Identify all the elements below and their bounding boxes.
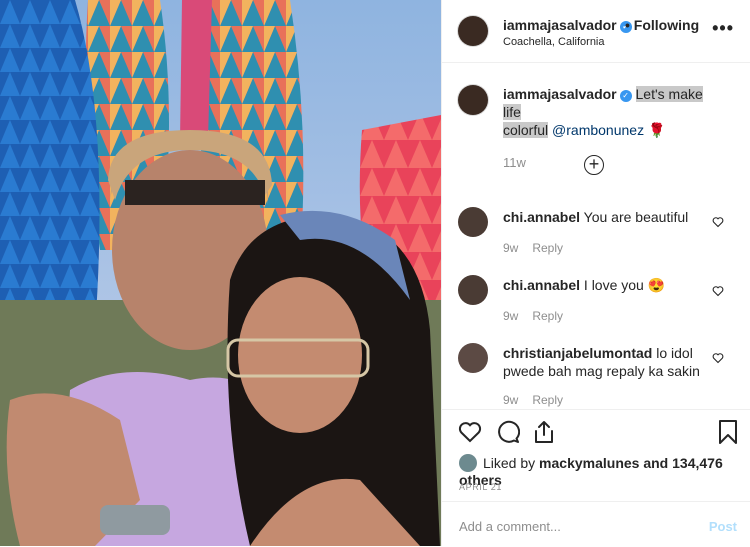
comment-icon[interactable] bbox=[496, 420, 520, 444]
comment-username[interactable]: chi.annabel bbox=[503, 209, 580, 225]
comment-username[interactable]: chi.annabel bbox=[503, 277, 580, 293]
bookmark-icon[interactable] bbox=[718, 419, 738, 445]
follow-separator: • bbox=[625, 17, 630, 33]
likes-summary[interactable]: Liked by mackymalunes and 134,476 others bbox=[459, 454, 750, 488]
following-button[interactable]: Following bbox=[634, 17, 699, 33]
caption-avatar[interactable] bbox=[458, 85, 488, 115]
comment-like-heart-icon[interactable] bbox=[712, 285, 724, 297]
comment-time[interactable]: 9w bbox=[503, 309, 518, 323]
comment-text: chi.annabel I love you 😍 bbox=[503, 276, 718, 294]
comment-like-heart-icon[interactable] bbox=[712, 352, 724, 364]
add-comment-input[interactable]: Add a comment... bbox=[459, 519, 561, 534]
comment-avatar[interactable] bbox=[458, 207, 488, 237]
comments-section[interactable]: iammajasalvador ✓ Let's make life colorfu… bbox=[442, 63, 750, 409]
comment-time[interactable]: 9w bbox=[503, 241, 518, 255]
comment-meta: 9w Reply bbox=[503, 309, 577, 323]
comment-like-heart-icon[interactable] bbox=[712, 216, 724, 228]
heart-icon[interactable] bbox=[458, 420, 482, 444]
heart-eyes-emoji: 😍 bbox=[647, 277, 666, 293]
reply-button[interactable]: Reply bbox=[532, 309, 563, 323]
verified-icon: ✓ bbox=[619, 90, 632, 102]
caption-mention[interactable]: @rambonunez bbox=[552, 122, 644, 138]
comment-text: christianjabelumontad lo idol pwede bah … bbox=[503, 344, 718, 380]
post-button[interactable]: Post bbox=[709, 519, 737, 534]
comment-body: I love you bbox=[583, 277, 644, 293]
comment-avatar[interactable] bbox=[458, 343, 488, 373]
likes-prefix: Liked by bbox=[483, 455, 536, 471]
reply-button[interactable]: Reply bbox=[532, 393, 563, 407]
author-avatar[interactable] bbox=[458, 16, 488, 46]
post-photo[interactable] bbox=[0, 0, 441, 546]
comment-meta: 9w Reply bbox=[503, 241, 577, 255]
author-username-text[interactable]: iammajasalvador bbox=[503, 17, 617, 33]
selfie-image bbox=[0, 0, 441, 546]
comment-text: chi.annabel You are beautiful bbox=[503, 208, 718, 226]
caption-text-2: colorful bbox=[503, 122, 549, 138]
load-more-icon[interactable]: + bbox=[584, 155, 604, 175]
add-comment-bar: Add a comment... Post bbox=[442, 501, 750, 547]
post-caption: iammajasalvador ✓ Let's make life colorfu… bbox=[503, 85, 723, 172]
comment-time[interactable]: 9w bbox=[503, 393, 518, 407]
post-location[interactable]: Coachella, California bbox=[503, 36, 605, 48]
post-header: iammajasalvador ✓ • Following Coachella, … bbox=[442, 0, 750, 63]
post-panel: iammajasalvador ✓ • Following Coachella, … bbox=[441, 0, 750, 546]
reply-button[interactable]: Reply bbox=[532, 241, 563, 255]
liker-username[interactable]: mackymalunes bbox=[539, 455, 639, 471]
comment-meta: 9w Reply bbox=[503, 393, 577, 407]
action-bar: Liked by mackymalunes and 134,476 others… bbox=[442, 409, 750, 502]
comment-body: You are beautiful bbox=[583, 209, 689, 225]
more-options-icon[interactable]: ••• bbox=[712, 18, 734, 39]
share-icon[interactable] bbox=[532, 419, 556, 445]
caption-time[interactable]: 11w bbox=[503, 154, 723, 172]
liker-avatar[interactable] bbox=[459, 454, 477, 472]
post-date[interactable]: APRIL 21 bbox=[459, 482, 502, 492]
comment-avatar[interactable] bbox=[458, 275, 488, 305]
author-username[interactable]: iammajasalvador ✓ bbox=[503, 17, 632, 33]
caption-username[interactable]: iammajasalvador bbox=[503, 86, 617, 102]
comment-username[interactable]: christianjabelumontad bbox=[503, 345, 652, 361]
rose-emoji: 🌹 bbox=[647, 122, 666, 138]
follow-status[interactable]: • Following bbox=[625, 17, 699, 33]
